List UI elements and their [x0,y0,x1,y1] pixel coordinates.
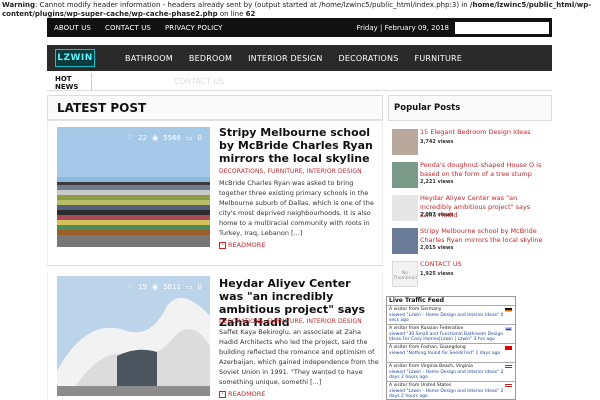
readmore-link[interactable]: › READMORE [219,241,265,249]
popular-post-views: 2,015 views [420,245,454,251]
post-thumbnail[interactable]: ♡ 19 ◉ 5811 ▭ 0 [57,276,210,396]
arrow-right-icon: › [219,241,226,249]
popular-posts-title: Popular Posts [394,103,461,113]
site-logo[interactable]: LZWIN [55,49,95,67]
popular-post-views: 1,925 views [420,271,454,277]
eye-icon: ◉ [151,283,159,291]
readmore-label: READMORE [228,390,266,398]
post-categories[interactable]: DECORATIONS, FURNITURE, INTERIOR DESIGN [219,168,362,175]
china-flag-icon [505,346,512,350]
popular-post-views: 3,742 views [420,139,454,145]
traffic-viewed[interactable]: viewed "Lzwin - Home Design and Interior… [389,370,513,381]
us-flag-icon [505,365,512,369]
hot-news-divider [91,73,92,91]
russia-flag-icon [505,327,512,331]
post-excerpt: Saffet Kaya Bekiroglu, an associate at Z… [219,328,379,386]
about-us-link[interactable]: ABOUT US [47,24,98,32]
post-stats: ♡ 19 ◉ 5811 ▭ 0 [127,283,202,291]
warning-line: 62 [245,10,256,18]
nav-item-furniture[interactable]: FURNITURE [407,54,471,63]
post-stats: ♡ 22 ◉ 5566 ▭ 0 [127,134,202,142]
zaha-hadid-building-image [57,276,210,396]
likes-count: 19 [138,283,147,291]
popular-post-title[interactable]: CONTACT US [420,260,548,269]
hot-news-label-line2: NEWS [55,83,79,91]
nav-item-interior-design[interactable]: INTERIOR DESIGN [240,54,330,63]
main-nav: LZWIN BATHROOM BEDROOM INTERIOR DESIGN D… [47,45,552,71]
eye-icon: ◉ [151,134,159,142]
popular-post-title[interactable]: Penda's doughnut-shaped House O is based… [420,161,548,178]
heart-icon[interactable]: ♡ [127,283,133,291]
hot-news-label: HOT NEWS [55,75,78,91]
readmore-link[interactable]: › READMORE [219,390,265,398]
post-thumbnail[interactable] [392,228,418,254]
post-thumbnail[interactable] [392,129,418,155]
comment-icon: ▭ [185,283,193,291]
current-date: Friday | February 09, 2018 [356,23,449,32]
list-item[interactable]: 15 Elegant Bedroom Design Ideas 3,742 vi… [388,127,552,160]
us-flag-icon [505,384,512,388]
traffic-entry: A visitor from United States viewed "Lzw… [387,381,515,400]
comments-count: 0 [197,283,202,291]
latest-post-header: LATEST POST [47,95,383,121]
hot-news-bar: HOT NEWS CONTACT US [47,71,552,91]
nav-item-decorations[interactable]: DECORATIONS [331,54,407,63]
contact-us-link[interactable]: CONTACT US [98,24,158,32]
germany-flag-icon [505,308,512,312]
traffic-entry: A visitor from Foshan, Guangdong viewed … [387,343,515,362]
nav-item-bathroom[interactable]: BATHROOM [117,54,181,63]
nav-item-bedroom[interactable]: BEDROOM [181,54,240,63]
post-card: ♡ 19 ◉ 5811 ▭ 0 Heydar Aliyev Center was "a… [47,272,383,400]
hot-news-ticker[interactable]: CONTACT US [174,77,224,86]
traffic-entry: A visitor from Virginia Beach, Virginia … [387,362,515,381]
hot-news-label-line1: HOT [55,75,72,83]
views-count: 5566 [163,134,181,142]
views-count: 5811 [163,283,181,291]
heart-icon[interactable]: ♡ [127,134,133,142]
popular-post-views: 2,221 views [420,179,454,185]
popular-post-views: 2,097 views [420,212,454,218]
stripy-school-image [57,127,210,247]
likes-count: 22 [138,134,147,142]
warning-prefix: Warning [2,1,36,9]
traffic-entry: A visitor from Germany viewed "Lzwin - H… [387,305,515,324]
comment-icon: ▭ [185,134,193,142]
popular-post-title[interactable]: 15 Elegant Bedroom Design Ideas [420,128,548,137]
popular-post-title[interactable]: Stripy Melbourne school by McBride Charl… [420,227,548,244]
list-item[interactable]: No Thumbnail CONTACT US 1,925 views [388,259,552,292]
post-excerpt: McBride Charles Ryan was asked to bring … [219,179,374,237]
post-title[interactable]: Stripy Melbourne school by McBride Charl… [219,126,377,165]
post-thumbnail[interactable] [392,195,418,221]
post-thumbnail[interactable] [392,162,418,188]
latest-post-title: LATEST POST [57,101,147,115]
traffic-entry: A visitor from Russian Federation viewed… [387,324,515,343]
readmore-label: READMORE [228,241,266,249]
traffic-viewed[interactable]: viewed "Lzwin - Home Design and Interior… [389,389,513,400]
php-warning: Warning: Cannot modify header informatio… [0,0,600,18]
warning-line-label: on line [217,10,246,18]
warning-text: : Cannot modify header information - hea… [35,1,470,9]
popular-posts-list: 15 Elegant Bedroom Design Ideas 3,742 vi… [388,127,552,292]
privacy-policy-link[interactable]: PRIVACY POLICY [158,24,230,32]
live-traffic-feed: Live Traffic Feed A visitor from Germany… [386,296,516,400]
live-traffic-title: Live Traffic Feed [387,297,515,305]
arrow-right-icon: › [219,390,226,398]
post-thumbnail[interactable]: ♡ 22 ◉ 5566 ▭ 0 [57,127,210,247]
post-card: ♡ 22 ◉ 5566 ▭ 0 Stripy Melbourne school by … [47,121,383,266]
traffic-viewed[interactable]: viewed "30 Small and Functional Bathroom… [389,332,513,343]
no-thumbnail-placeholder[interactable]: No Thumbnail [392,261,418,287]
list-item[interactable]: Stripy Melbourne school by McBride Charl… [388,226,552,259]
traffic-viewed[interactable]: viewed "Nothing found for Seeds?sid" 1 d… [389,351,513,357]
search-input[interactable] [455,21,549,34]
post-categories[interactable]: DECORATIONS, FURNITURE, INTERIOR DESIGN [219,318,362,325]
popular-posts-header: Popular Posts [388,95,552,121]
list-item[interactable]: Heydar Aliyev Center was "an incredibly … [388,193,552,226]
traffic-viewed[interactable]: viewed "Lzwin - Home Design and Interior… [389,313,513,324]
list-item[interactable]: Penda's doughnut-shaped House O is based… [388,160,552,193]
comments-count: 0 [197,134,202,142]
top-bar: ABOUT US CONTACT US PRIVACY POLICY Frida… [47,18,552,37]
